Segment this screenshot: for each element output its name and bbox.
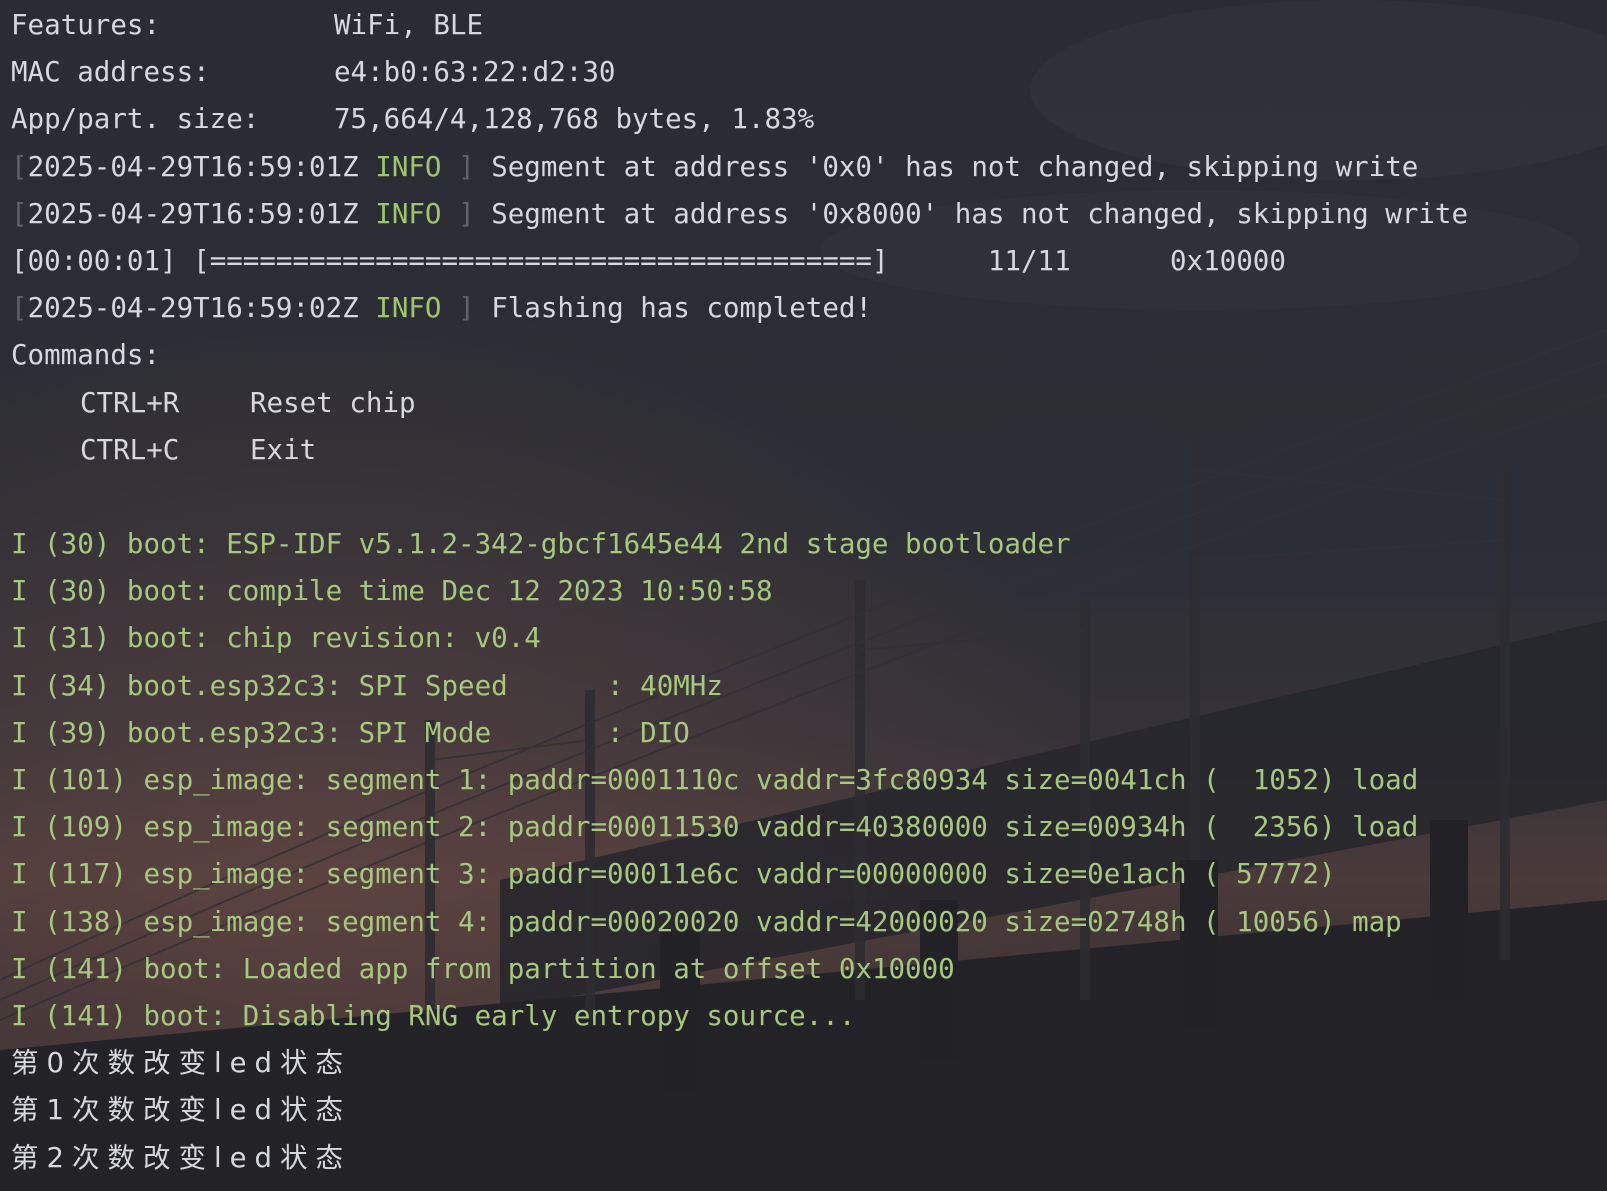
boot-log-line: I (34) boot.esp32c3: SPI Speed : 40MHz <box>11 669 723 702</box>
boot-log-line: I (30) boot: ESP-IDF v5.1.2-342-gbcf1645… <box>11 528 1071 561</box>
log-message: Segment at address '0x8000' has not chan… <box>491 197 1469 230</box>
terminal-output: Features: WiFi, BLE MAC address: e4:b0:63:… <box>0 0 1607 1191</box>
progress-elapsed: [00:00:01] <box>11 244 177 277</box>
info-value: e4:b0:63:22:d2:30 <box>334 56 616 89</box>
app-output-line: 第0次数改变led状态 <box>11 1047 352 1080</box>
log-timestamp: 2025-04-29T16:59:01Z <box>27 197 359 230</box>
app-output-line: 第2次数改变led状态 <box>11 1141 352 1174</box>
header-info-line: MAC address: e4:b0:63:22:d2:30 <box>11 49 1607 96</box>
app-output-line: 第1次数改变led状态 <box>11 1094 352 1127</box>
command-key: CTRL+C <box>80 433 180 466</box>
info-value: 75,664/4,128,768 bytes, 1.83% <box>334 103 815 136</box>
header-info-line: Features: WiFi, BLE <box>11 2 1607 49</box>
command-action: Reset chip <box>250 386 416 419</box>
log-line: [2025-04-29T16:59:01Z INFO ] Segment at … <box>11 150 1419 183</box>
boot-log-line: I (117) esp_image: segment 3: paddr=0001… <box>11 858 1336 891</box>
info-value: WiFi, BLE <box>334 9 484 41</box>
boot-log-line: I (101) esp_image: segment 1: paddr=0001… <box>11 764 1419 796</box>
progress-line: [00:00:01] [============================… <box>11 238 1607 285</box>
info-label: Features: <box>11 9 161 41</box>
log-message: Segment at address '0x0' has not changed… <box>491 150 1419 183</box>
log-level: INFO <box>375 197 442 230</box>
boot-log-line: I (30) boot: compile time Dec 12 2023 10… <box>11 575 773 608</box>
commands-title: Commands: <box>11 339 161 372</box>
boot-log-line: I (141) boot: Disabling RNG early entrop… <box>11 999 856 1032</box>
info-label: MAC address: <box>11 56 210 89</box>
log-line: [2025-04-29T16:59:02Z INFO ] Flashing ha… <box>11 292 872 325</box>
log-timestamp: 2025-04-29T16:59:01Z <box>27 150 359 183</box>
progress-count: 11/11 <box>987 244 1071 277</box>
boot-log-line: I (109) esp_image: segment 2: paddr=0001… <box>11 811 1419 844</box>
info-label: App/part. size: <box>11 103 260 136</box>
boot-log-line: I (141) boot: Loaded app from partition … <box>11 952 955 985</box>
boot-log-line: I (138) esp_image: segment 4: paddr=0002… <box>11 905 1402 938</box>
command-item: CTRL+R Reset chip <box>11 380 1607 427</box>
command-action: Exit <box>250 433 317 466</box>
boot-log-line: I (39) boot.esp32c3: SPI Mode : DIO <box>11 716 690 749</box>
log-message: Flashing has completed! <box>491 292 872 325</box>
header-info-line: App/part. size: 75,664/4,128,768 bytes, 1… <box>11 96 1607 143</box>
command-key: CTRL+R <box>80 386 180 419</box>
progress-address: 0x10000 <box>1170 244 1286 277</box>
progress-bar: [=======================================… <box>193 244 889 277</box>
log-line: [2025-04-29T16:59:01Z INFO ] Segment at … <box>11 197 1469 230</box>
log-timestamp: 2025-04-29T16:59:02Z <box>27 292 359 325</box>
boot-log-line: I (31) boot: chip revision: v0.4 <box>11 622 541 655</box>
log-level: INFO <box>375 150 442 183</box>
command-item: CTRL+C Exit <box>11 427 1607 474</box>
log-level: INFO <box>375 292 442 325</box>
